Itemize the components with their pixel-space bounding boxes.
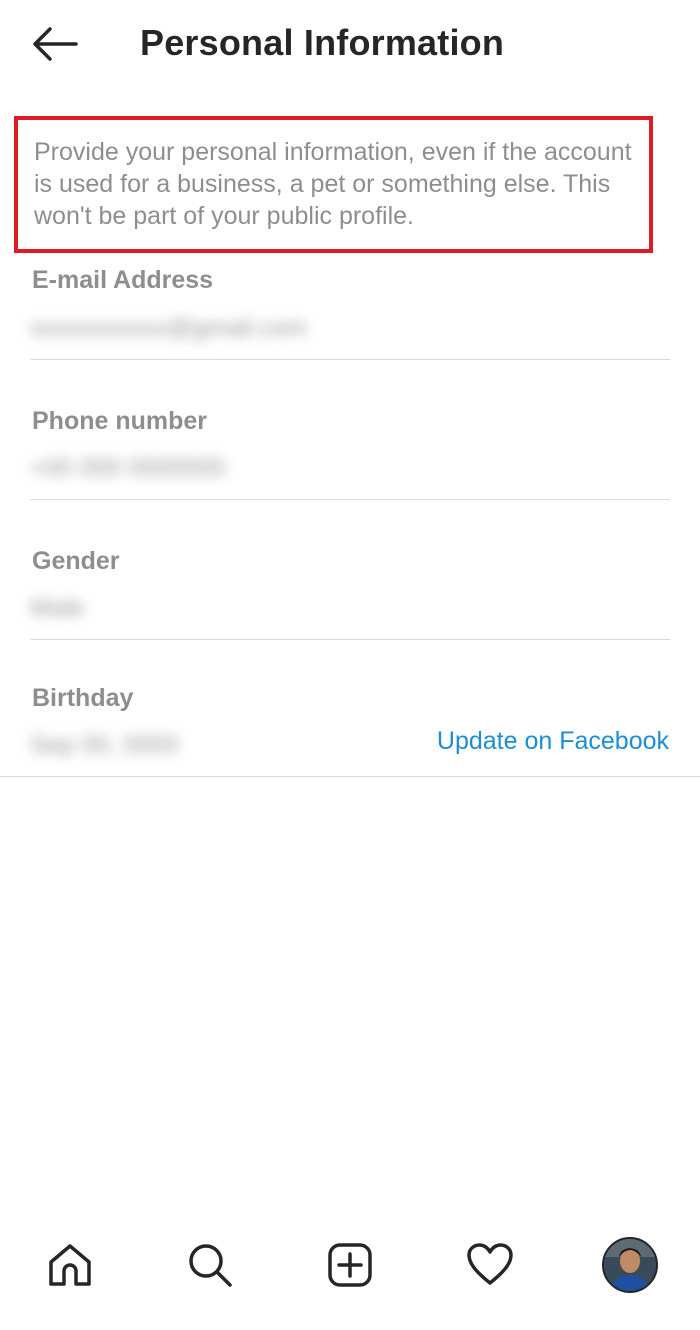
notice-text: Provide your personal information, even …	[34, 138, 632, 230]
phone-label: Phone number	[32, 407, 208, 435]
tab-home[interactable]	[40, 1230, 100, 1300]
bottom-tab-bar	[0, 1230, 700, 1300]
tab-create[interactable]	[320, 1230, 380, 1300]
divider	[30, 359, 670, 360]
gender-value: Male	[30, 594, 85, 622]
birthday-label: Birthday	[32, 684, 134, 712]
top-bar: Personal Information	[0, 0, 700, 90]
birthday-value: Sep 00, 0000	[30, 731, 179, 759]
back-button[interactable]	[30, 24, 80, 64]
plus-square-icon	[328, 1243, 372, 1287]
tab-profile[interactable]	[600, 1230, 660, 1300]
gender-label: Gender	[32, 547, 120, 575]
email-label: E-mail Address	[32, 266, 214, 294]
arrow-left-icon	[33, 27, 78, 61]
update-on-facebook-link[interactable]: Update on Facebook	[437, 727, 669, 756]
profile-photo	[604, 1239, 656, 1291]
search-icon	[189, 1244, 232, 1287]
heart-icon	[467, 1243, 513, 1285]
divider	[0, 776, 700, 777]
avatar	[602, 1237, 658, 1293]
tab-search[interactable]	[180, 1230, 240, 1300]
home-icon	[49, 1244, 91, 1286]
email-value: xxxxxxxxxxx@gmail.com	[30, 314, 307, 342]
tab-activity[interactable]	[460, 1230, 520, 1300]
divider	[30, 639, 670, 640]
divider	[30, 499, 670, 500]
page-title: Personal Information	[140, 22, 505, 63]
phone-value: +00 000 0000000	[30, 454, 226, 482]
info-notice: Provide your personal information, even …	[14, 116, 653, 253]
